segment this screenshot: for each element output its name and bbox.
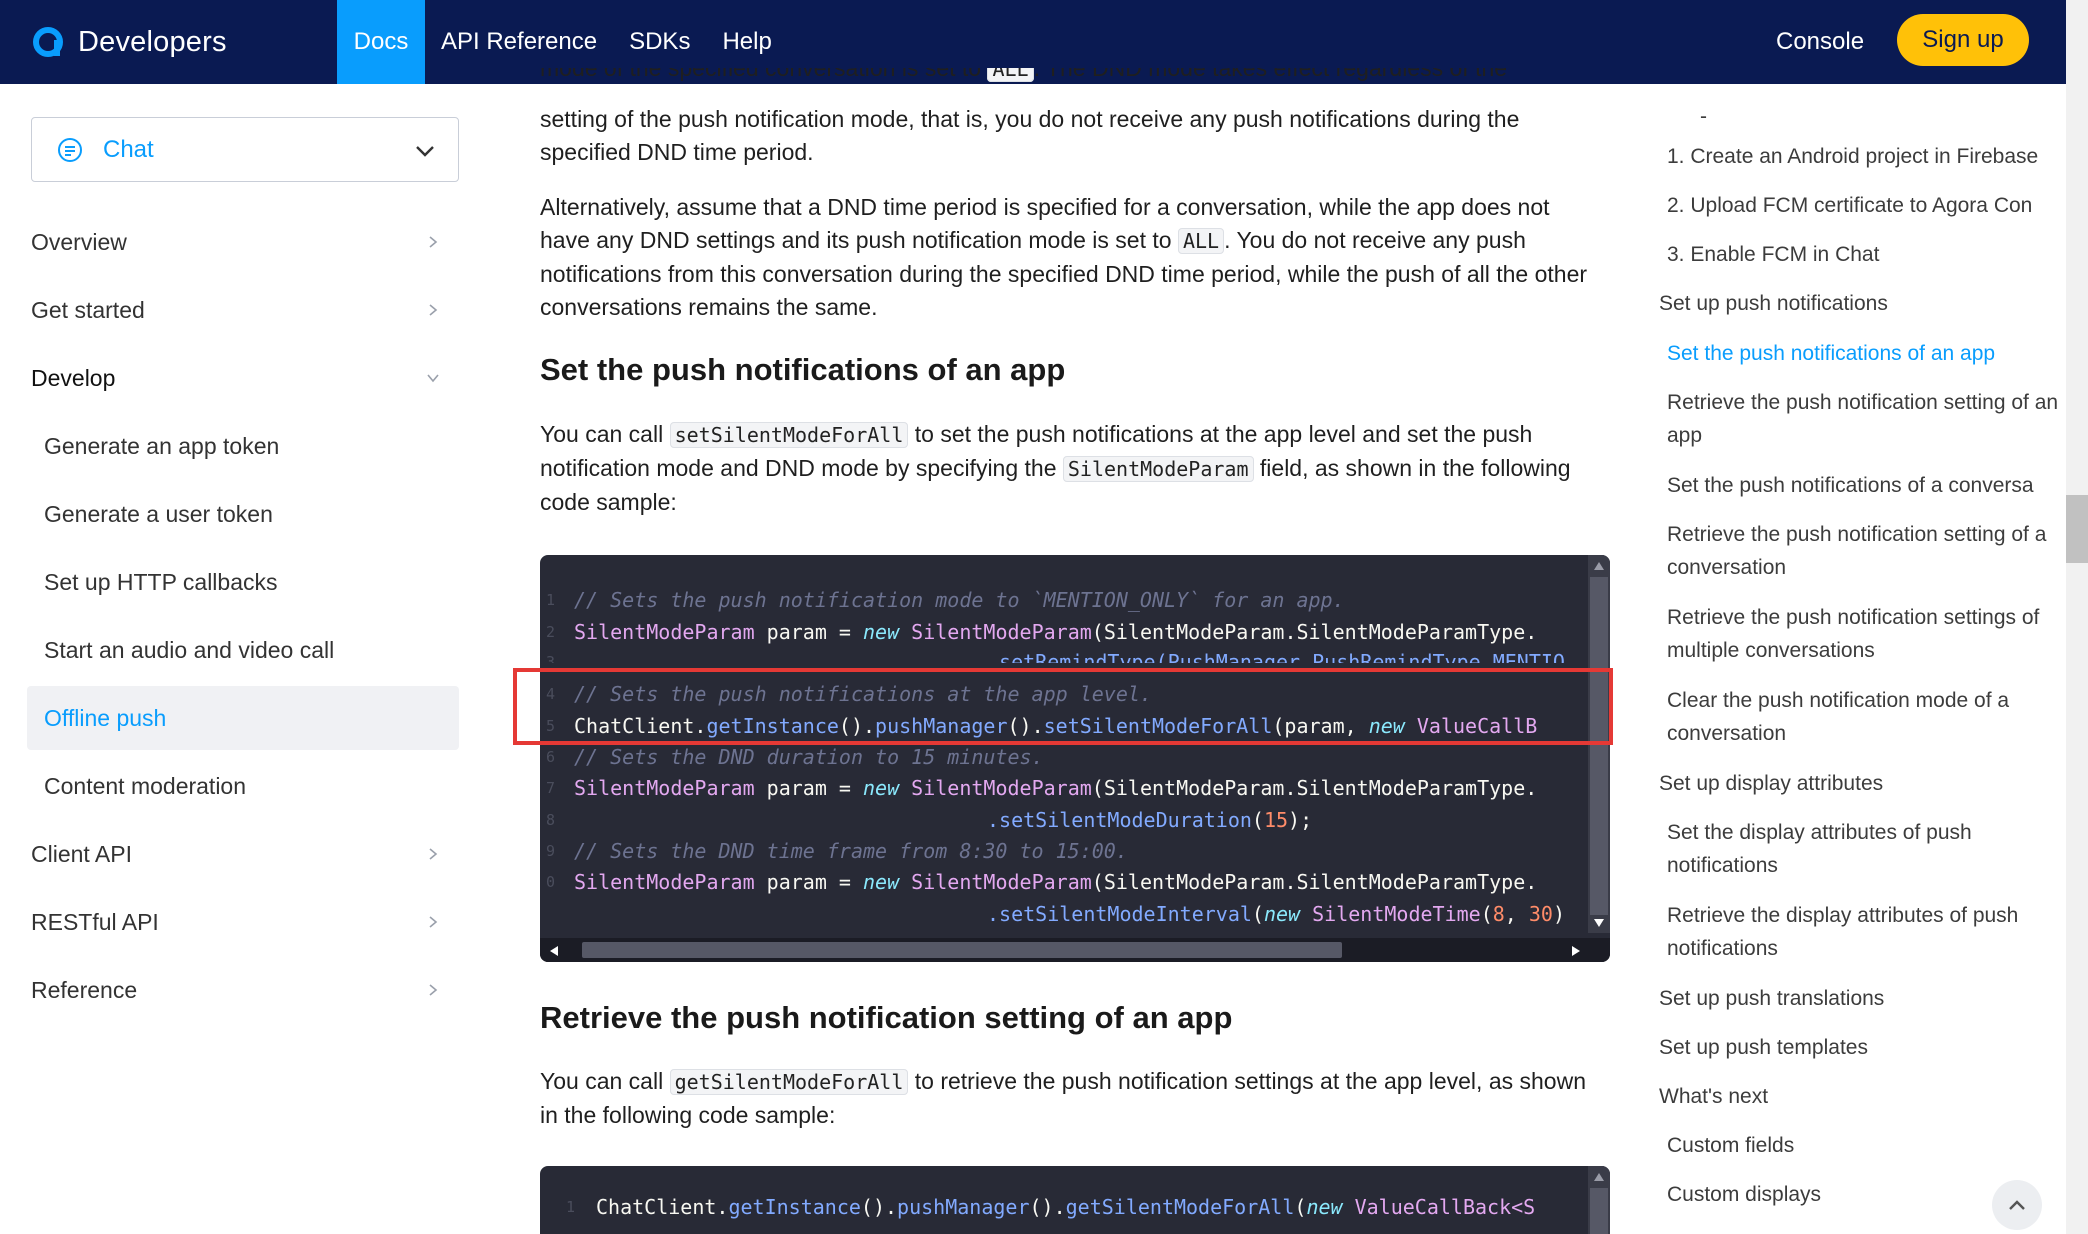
toc-item[interactable]: 2. Upload FCM certificate to Agora Con <box>1667 189 2066 222</box>
chevron-down-icon <box>416 146 434 157</box>
toc-item[interactable]: Custom displays <box>1667 1178 1987 1211</box>
sidebar-item-overview[interactable]: Overview <box>31 222 127 262</box>
toc-item[interactable]: Retrieve the push notification setting o… <box>1667 386 2063 452</box>
heading-set-push-app: Set the push notifications of an app <box>540 352 1066 387</box>
toc-item[interactable]: Retrieve the display attributes of push … <box>1667 899 2063 965</box>
toc-item[interactable]: Set up display attributes <box>1659 767 2066 800</box>
toc-item[interactable]: Set up push notifications <box>1659 287 2066 320</box>
toc-item[interactable]: Retrieve the push notification setting o… <box>1667 518 2063 584</box>
inline-code: ALL <box>987 68 1034 82</box>
code-horizontal-scrollbar-thumb[interactable] <box>582 942 1342 958</box>
paragraph-dnd-alternative: Alternatively, assume that a DND time pe… <box>540 194 1588 320</box>
code-line: 2 SilentModeParam param = new SilentModeP… <box>546 620 1538 644</box>
heading-retrieve-push-app: Retrieve the push notification setting o… <box>540 1000 1233 1035</box>
back-to-top-button[interactable] <box>1992 1180 2042 1230</box>
scroll-up-arrow-icon[interactable] <box>1592 1171 1606 1183</box>
sidebar-item-client-api[interactable]: Client API <box>31 834 132 874</box>
code-line: 0 SilentModeParam param = new SilentModeP… <box>546 870 1538 894</box>
sidebar-item-get-started[interactable]: Get started <box>31 290 145 330</box>
scroll-left-arrow-icon[interactable] <box>548 944 560 958</box>
toc-item[interactable]: Clear the push notification mode of a co… <box>1667 684 2063 750</box>
code-line: 1// Sets the push notification mode to `… <box>546 588 1345 612</box>
sidebar-item-reference[interactable]: Reference <box>31 970 137 1010</box>
sidebar-item-audio-video-call[interactable]: Start an audio and video call <box>44 630 334 670</box>
scroll-down-arrow-icon[interactable] <box>1592 917 1606 929</box>
paragraph-dnd-partial: mode of the specified conversation is se… <box>540 68 1600 90</box>
toc-item[interactable]: Set up push translations <box>1659 982 2066 1015</box>
chevron-down-icon <box>427 374 439 383</box>
scroll-right-arrow-icon[interactable] <box>1570 944 1582 958</box>
code-block-set-silent-mode[interactable]: 1// Sets the push notification mode to `… <box>540 555 1610 962</box>
toc-item[interactable]: 1. Create an Android project in Firebase <box>1667 140 2066 173</box>
toc-item[interactable]: What's next <box>1659 1080 2066 1113</box>
code-line: 9// Sets the DND time frame from 8:30 to… <box>546 839 1128 863</box>
agora-logo-icon <box>33 27 63 57</box>
inline-code: ALL <box>1177 228 1225 254</box>
paragraph-dnd-setting: setting of the push notification mode, t… <box>540 106 1520 165</box>
red-highlight-box <box>513 668 1613 745</box>
code-line: .setSilentModeInterval(new SilentModeTim… <box>987 902 1566 926</box>
code-block-get-silent-mode[interactable]: 1 ChatClient.getInstance().pushManager().… <box>540 1166 1610 1234</box>
code-line: 3 .setRemindType(PushManager.PushRemindTy… <box>546 650 1565 663</box>
brand-name: Developers <box>78 25 227 58</box>
code-vertical-scrollbar-thumb[interactable] <box>1590 1188 1608 1234</box>
sidebar-item-develop[interactable]: Develop <box>31 358 115 398</box>
signup-button[interactable]: Sign up <box>1897 14 2029 66</box>
product-label: Chat <box>103 136 154 163</box>
sidebar-item-restful-api[interactable]: RESTful API <box>31 902 159 942</box>
code-line: 1 ChatClient.getInstance().pushManager().… <box>566 1195 1536 1219</box>
chevron-up-icon <box>2009 1200 2025 1210</box>
toc-item-active[interactable]: Set the push notifications of an app <box>1667 337 2066 370</box>
chevron-right-icon <box>429 236 438 248</box>
product-selector[interactable]: Chat <box>31 117 459 182</box>
nav-docs[interactable]: Docs <box>337 0 425 84</box>
chevron-right-icon <box>429 848 438 860</box>
chevron-right-icon <box>429 304 438 316</box>
chat-bubble-icon <box>58 138 82 162</box>
toc-item[interactable]: 3. Enable FCM in Chat <box>1667 238 2066 271</box>
code-line: 6// Sets the DND duration to 15 minutes. <box>546 745 1044 769</box>
toc-dash: - <box>1700 105 1707 128</box>
inline-code: getSilentModeForAll <box>669 1069 909 1095</box>
sidebar-item-http-callbacks[interactable]: Set up HTTP callbacks <box>44 562 278 602</box>
code-vertical-scrollbar-thumb[interactable] <box>1590 577 1608 915</box>
page-scrollbar-thumb[interactable] <box>2066 495 2088 563</box>
toc-item[interactable]: Set up push templates <box>1659 1031 2066 1064</box>
chevron-right-icon <box>429 984 438 996</box>
sidebar-item-generate-user-token[interactable]: Generate a user token <box>44 494 273 534</box>
inline-code: SilentModeParam <box>1062 456 1254 482</box>
scroll-up-arrow-icon[interactable] <box>1592 560 1606 572</box>
sidebar-item-content-moderation[interactable]: Content moderation <box>44 766 246 806</box>
toc-item[interactable]: Set the push notifications of a conversa <box>1667 469 2066 502</box>
page-scrollbar[interactable] <box>2066 0 2088 1234</box>
console-link[interactable]: Console <box>1776 0 1864 84</box>
paragraph-set-push-app: You can call setSilentModeForAll to set … <box>540 421 1571 515</box>
brand[interactable]: Developers <box>32 0 227 84</box>
chevron-right-icon <box>429 916 438 928</box>
code-line: 8 .setSilentModeDuration(15); <box>546 808 1313 832</box>
paragraph-retrieve-push-app: You can call getSilentModeForAll to retr… <box>540 1068 1586 1128</box>
toc-item[interactable]: Custom fields <box>1667 1129 2066 1162</box>
toc-item[interactable]: Set the display attributes of push notif… <box>1667 816 2063 882</box>
sidebar-item-generate-app-token[interactable]: Generate an app token <box>44 426 279 466</box>
inline-code: setSilentModeForAll <box>669 422 909 448</box>
sidebar-item-offline-push[interactable]: Offline push <box>44 698 166 738</box>
toc-item[interactable]: Retrieve the push notification settings … <box>1667 601 2063 667</box>
code-line: 7 SilentModeParam param = new SilentModeP… <box>546 776 1538 800</box>
